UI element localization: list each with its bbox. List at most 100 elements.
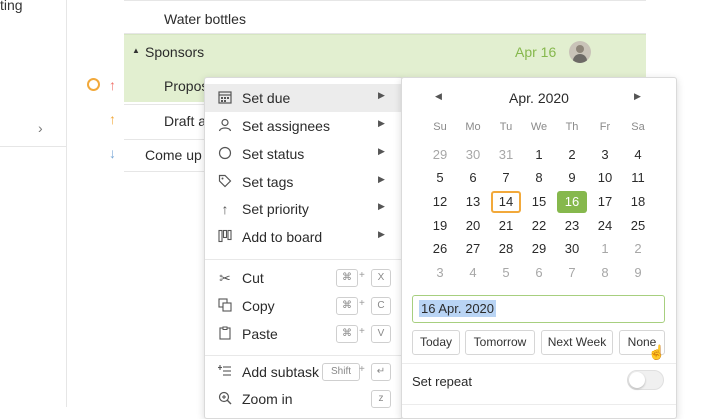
- divider: [124, 171, 204, 172]
- caret-down-icon[interactable]: ▲: [132, 46, 140, 55]
- menu-item-add-subtask[interactable]: Add subtask Shift + ↵: [205, 358, 402, 386]
- calendar-day[interactable]: 25: [623, 215, 653, 237]
- next-month-icon[interactable]: ▶: [634, 91, 641, 102]
- calendar-day[interactable]: 5: [425, 167, 455, 189]
- calendar-day[interactable]: 30: [458, 144, 488, 166]
- calendar-day[interactable]: 19: [425, 215, 455, 237]
- weekday-label: Tu: [499, 121, 513, 133]
- calendar-day[interactable]: 4: [623, 144, 653, 166]
- calendar-day[interactable]: 29: [425, 144, 455, 166]
- paste-icon: [217, 326, 233, 342]
- calendar-day[interactable]: 8: [524, 167, 554, 189]
- task-draft[interactable]: Draft a: [164, 113, 206, 129]
- avatar[interactable]: [569, 41, 591, 63]
- menu-item-add-to-board[interactable]: Add to board ▶: [205, 223, 402, 251]
- calendar-icon: [217, 90, 233, 106]
- calendar-day[interactable]: 5: [491, 262, 521, 284]
- calendar-day[interactable]: 18: [623, 191, 653, 213]
- weekday-label: Su: [433, 121, 447, 133]
- calendar-day[interactable]: 1: [590, 238, 620, 260]
- sidebar-item-label[interactable]: ting: [0, 0, 23, 13]
- task-water-bottles[interactable]: Water bottles: [164, 11, 246, 27]
- calendar-day[interactable]: 14: [491, 191, 521, 213]
- status-circle-icon[interactable]: [87, 78, 100, 91]
- calendar-day[interactable]: 7: [491, 167, 521, 189]
- menu-item-cut[interactable]: ✂ Cut ⌘ + X: [205, 264, 402, 292]
- shortcut-key: Shift: [322, 363, 360, 381]
- shortcut-plus: +: [359, 364, 365, 375]
- calendar-day[interactable]: 27: [458, 238, 488, 260]
- calendar-day[interactable]: 6: [458, 167, 488, 189]
- calendar-day[interactable]: 3: [425, 262, 455, 284]
- menu-item-label: Set tags: [242, 174, 294, 190]
- weekday-label: Th: [565, 121, 579, 133]
- submenu-arrow-icon: ▶: [378, 174, 385, 184]
- menu-item-set-status[interactable]: Set status ▶: [205, 140, 402, 168]
- chevron-right-icon[interactable]: ›: [38, 120, 43, 136]
- calendar-day[interactable]: 1: [524, 144, 554, 166]
- calendar-day[interactable]: 13: [458, 191, 488, 213]
- calendar-day[interactable]: 28: [491, 238, 521, 260]
- calendar-day[interactable]: 15: [524, 191, 554, 213]
- calendar-day[interactable]: 23: [557, 215, 587, 237]
- set-repeat-label: Set repeat: [412, 374, 472, 389]
- calendar-day[interactable]: 10: [590, 167, 620, 189]
- menu-item-paste[interactable]: Paste ⌘ + V: [205, 320, 402, 348]
- priority-high-arrow-icon: ↑: [109, 77, 116, 93]
- submenu-arrow-icon: ▶: [378, 118, 385, 128]
- arrow-up-icon: ↑: [221, 201, 229, 217]
- hand-cursor-icon: ☝: [648, 344, 666, 360]
- shortcut-key: z: [371, 390, 391, 408]
- menu-item-label: Cut: [242, 270, 264, 286]
- calendar-day[interactable]: 8: [590, 262, 620, 284]
- calendar-day[interactable]: 9: [623, 262, 653, 284]
- priority-low-arrow-icon: ↓: [109, 145, 116, 161]
- menu-item-set-priority[interactable]: ↑ Set priority ▶: [205, 195, 402, 223]
- calendar-day[interactable]: 7: [557, 262, 587, 284]
- calendar-day[interactable]: 9: [557, 167, 587, 189]
- person-icon: [217, 118, 233, 134]
- shortcut-key: ⌘: [336, 297, 358, 315]
- calendar-day[interactable]: 24: [590, 215, 620, 237]
- calendar-day[interactable]: 20: [458, 215, 488, 237]
- menu-item-set-due[interactable]: Set due ▶: [205, 84, 402, 112]
- calendar-day[interactable]: 31: [491, 144, 521, 166]
- calendar-day[interactable]: 17: [590, 191, 620, 213]
- calendar-day[interactable]: 2: [557, 144, 587, 166]
- calendar-day[interactable]: 16: [557, 191, 587, 213]
- weekday-label: Sa: [631, 121, 645, 133]
- menu-item-copy[interactable]: Copy ⌘ + C: [205, 292, 402, 320]
- weekday-label: Fr: [599, 121, 611, 133]
- copy-icon: [217, 298, 233, 314]
- task-title[interactable]: Sponsors: [145, 44, 204, 60]
- zoom-in-icon: [217, 391, 233, 407]
- menu-item-label: Set assignees: [242, 118, 330, 134]
- weekday-label: We: [530, 121, 548, 133]
- calendar-day[interactable]: 22: [524, 215, 554, 237]
- calendar-day[interactable]: 21: [491, 215, 521, 237]
- menu-item-label: Set due: [242, 90, 291, 106]
- divider: [205, 259, 402, 260]
- next-week-button[interactable]: Next Week: [541, 330, 613, 355]
- task-row-sponsors[interactable]: ▲ Sponsors Apr 16: [124, 34, 646, 71]
- calendar-day[interactable]: 6: [524, 262, 554, 284]
- calendar-day[interactable]: 30: [557, 238, 587, 260]
- calendar-day[interactable]: 3: [590, 144, 620, 166]
- task-title[interactable]: Propos: [164, 78, 208, 94]
- menu-item-set-assignees[interactable]: Set assignees ▶: [205, 112, 402, 140]
- selected-text: 16 Apr. 2020: [419, 300, 497, 317]
- today-button[interactable]: Today: [412, 330, 460, 355]
- calendar-day[interactable]: 4: [458, 262, 488, 284]
- menu-item-set-tags[interactable]: Set tags ▶: [205, 168, 402, 196]
- calendar-day[interactable]: 11: [623, 167, 653, 189]
- calendar-day[interactable]: 2: [623, 238, 653, 260]
- calendar-day[interactable]: 26: [425, 238, 455, 260]
- due-date[interactable]: Apr 16: [515, 44, 556, 60]
- menu-item-zoom-in[interactable]: Zoom in z: [205, 385, 402, 413]
- repeat-toggle[interactable]: [627, 370, 664, 390]
- context-menu: Set due ▶ Set assignees ▶ Set status ▶ S…: [204, 77, 403, 419]
- tomorrow-button[interactable]: Tomorrow: [465, 330, 535, 355]
- calendar-day[interactable]: 12: [425, 191, 455, 213]
- due-date-input[interactable]: 16 Apr. 2020: [412, 295, 665, 323]
- calendar-day[interactable]: 29: [524, 238, 554, 260]
